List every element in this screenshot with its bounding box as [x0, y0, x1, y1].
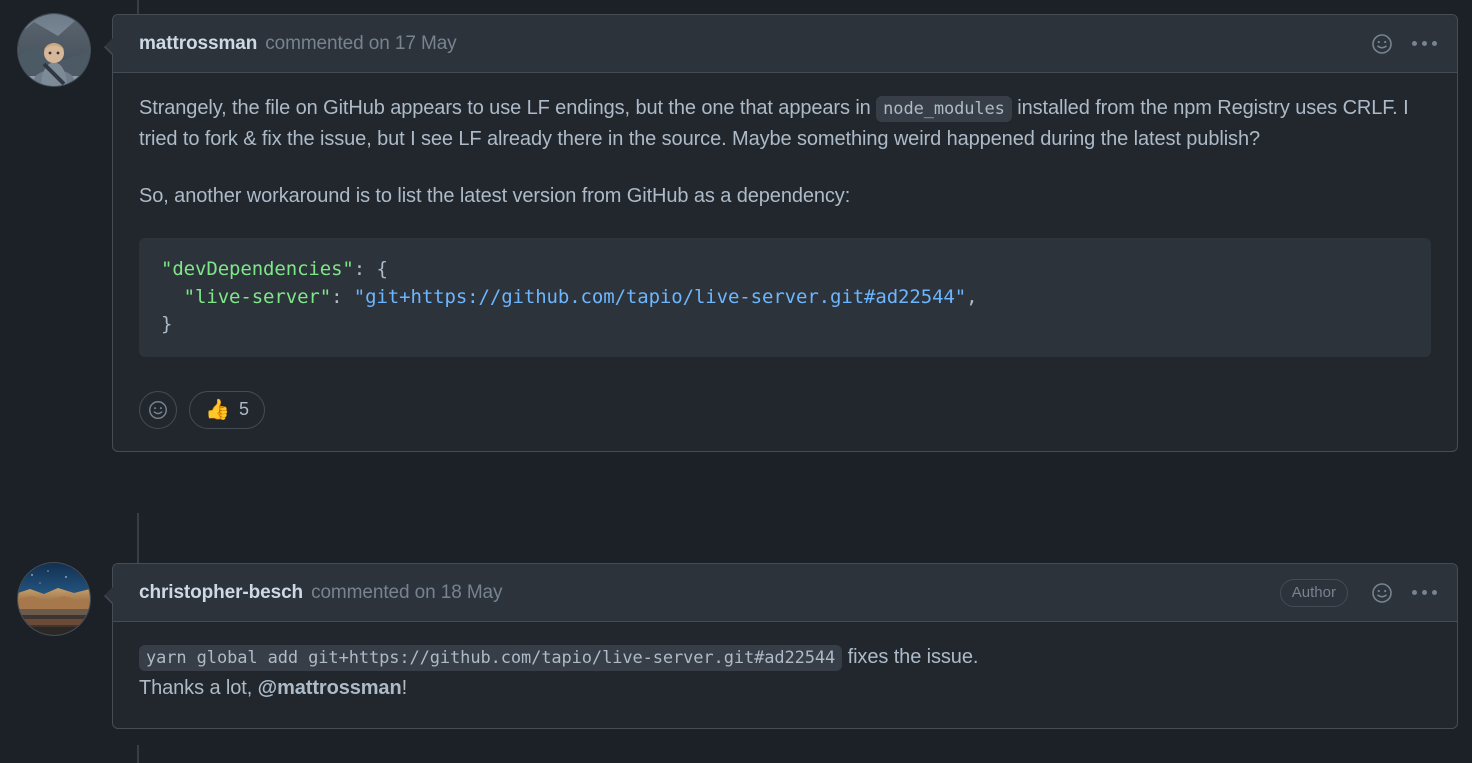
comment-author[interactable]: mattrossman [139, 33, 257, 55]
comment-header: mattrossman commented on 17 May [113, 15, 1457, 73]
reactions-bar: 👍 5 [113, 387, 1457, 451]
kebab-menu-icon[interactable] [1412, 41, 1437, 46]
avatar-image-christopher-besch [18, 563, 90, 635]
kebab-dot [1432, 590, 1437, 595]
reaction-count: 5 [238, 399, 249, 420]
paragraph-1: Strangely, the file on GitHub appears to… [139, 93, 1431, 155]
comment-header: christopher-besch commented on 18 May Au… [113, 564, 1457, 622]
paragraph-2: So, another workaround is to list the la… [139, 185, 851, 207]
avatar-image-mattrossman [18, 14, 90, 86]
mention-mattrossman[interactable]: @mattrossman [258, 677, 402, 699]
timeline-rail-bottom [137, 745, 139, 763]
comment-card: mattrossman commented on 17 May Strangel… [104, 14, 1458, 452]
code-block-devdependencies: "devDependencies": { "live-server": "git… [139, 238, 1431, 357]
comment-author[interactable]: christopher-besch [139, 582, 303, 604]
paragraph-1-thanks-b: ! [401, 677, 408, 699]
paragraph-1-thanks-a: Thanks a lot, [139, 677, 258, 699]
reaction-thumbs-up[interactable]: 👍 5 [189, 390, 265, 429]
code-punct-2: : [331, 285, 354, 308]
code-punct-4: } [161, 313, 173, 336]
comment-body: Strangely, the file on GitHub appears to… [113, 73, 1457, 387]
code-key-devdependencies: "devDependencies" [161, 258, 354, 280]
smiley-icon[interactable] [1370, 581, 1394, 605]
code-key-live-server: "live-server" [161, 285, 332, 308]
code-value-git-url: "git+https://github.com/tapio/live-serve… [353, 285, 967, 308]
code-punct-1: : { [353, 258, 388, 280]
code-punct-3: , [966, 285, 978, 308]
comment-body: yarn global add git+https://github.com/t… [113, 622, 1457, 728]
kebab-dot [1412, 41, 1417, 46]
issue-comment-thread: mattrossman commented on 17 May Strangel… [0, 0, 1472, 763]
avatar[interactable] [18, 563, 90, 635]
timeline-rail-middle [137, 513, 139, 569]
comment-timestamp: commented on 17 May [265, 32, 457, 54]
comment-card: christopher-besch commented on 18 May Au… [104, 563, 1458, 729]
author-badge: Author [1279, 578, 1348, 607]
kebab-dot [1422, 590, 1427, 595]
paragraph-1-text-a: Strangely, the file on GitHub appears to… [139, 97, 877, 119]
add-reaction-button[interactable] [139, 390, 177, 429]
paragraph-1-text: fixes the issue. [842, 646, 979, 668]
kebab-menu-icon[interactable] [1412, 590, 1437, 595]
inline-code-node-modules: node_modules [876, 96, 1012, 122]
thumbs-up-icon: 👍 [205, 398, 230, 421]
kebab-dot [1432, 41, 1437, 46]
avatar[interactable] [18, 14, 90, 86]
kebab-dot [1422, 41, 1427, 46]
kebab-dot [1412, 590, 1417, 595]
smiley-icon[interactable] [1370, 32, 1394, 56]
paragraph-1: yarn global add git+https://github.com/t… [139, 642, 1431, 704]
inline-code-yarn-command: yarn global add git+https://github.com/t… [139, 645, 843, 671]
comment-timestamp: commented on 18 May [311, 581, 503, 603]
